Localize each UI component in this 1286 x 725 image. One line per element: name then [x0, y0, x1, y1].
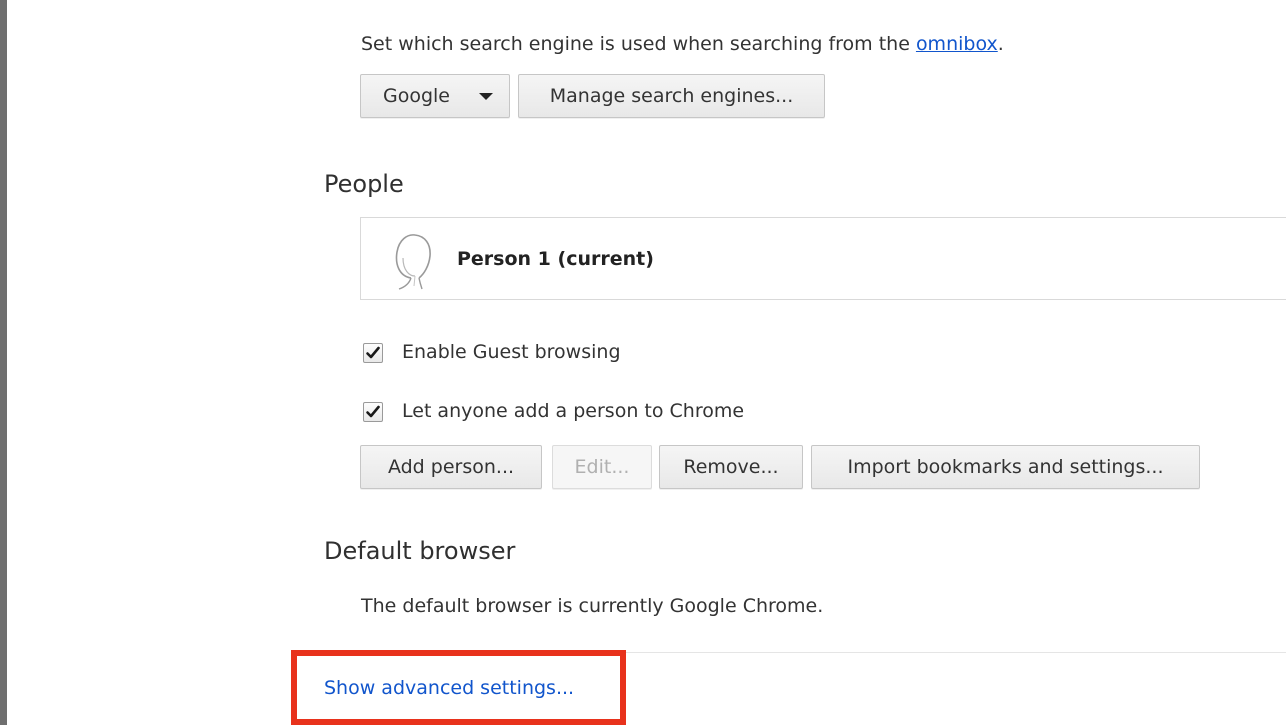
add-person-label: Add person... [387, 456, 515, 478]
search-engine-selected-value: Google [383, 85, 451, 107]
highlight-annotation-box [291, 650, 626, 725]
avatar [391, 230, 437, 290]
window-left-edge [0, 0, 7, 725]
search-description-suffix: . [997, 33, 1004, 55]
import-bookmarks-button[interactable]: Import bookmarks and settings... [811, 445, 1200, 489]
import-bookmarks-label: Import bookmarks and settings... [847, 456, 1164, 478]
checkmark-icon [366, 346, 380, 359]
default-browser-section-title: Default browser [324, 537, 516, 565]
manage-search-engines-button[interactable]: Manage search engines... [518, 74, 825, 118]
guest-browsing-label[interactable]: Enable Guest browsing [402, 341, 621, 363]
anyone-add-person-checkbox[interactable] [363, 402, 383, 422]
person-silhouette-icon [395, 234, 431, 290]
remove-person-label: Remove... [683, 456, 779, 478]
anyone-add-person-label[interactable]: Let anyone add a person to Chrome [402, 400, 744, 422]
edit-person-label: Edit... [574, 456, 630, 478]
people-section-title: People [324, 170, 404, 198]
add-person-button[interactable]: Add person... [360, 445, 542, 489]
edit-person-button[interactable]: Edit... [552, 445, 652, 489]
search-engine-description: Set which search engine is used when sea… [361, 33, 1004, 55]
chevron-down-icon [479, 93, 493, 100]
manage-search-engines-label: Manage search engines... [549, 85, 794, 107]
remove-person-button[interactable]: Remove... [659, 445, 803, 489]
omnibox-link[interactable]: omnibox [916, 33, 998, 55]
person-list[interactable]: Person 1 (current) [360, 217, 1286, 300]
search-description-prefix: Set which search engine is used when sea… [361, 33, 916, 55]
default-browser-status: The default browser is currently Google … [361, 595, 824, 617]
settings-page: Set which search engine is used when sea… [0, 0, 1286, 725]
checkmark-icon [366, 405, 380, 418]
guest-browsing-checkbox[interactable] [363, 343, 383, 363]
search-engine-select[interactable]: Google [360, 74, 510, 118]
current-person-name: Person 1 (current) [457, 248, 654, 270]
